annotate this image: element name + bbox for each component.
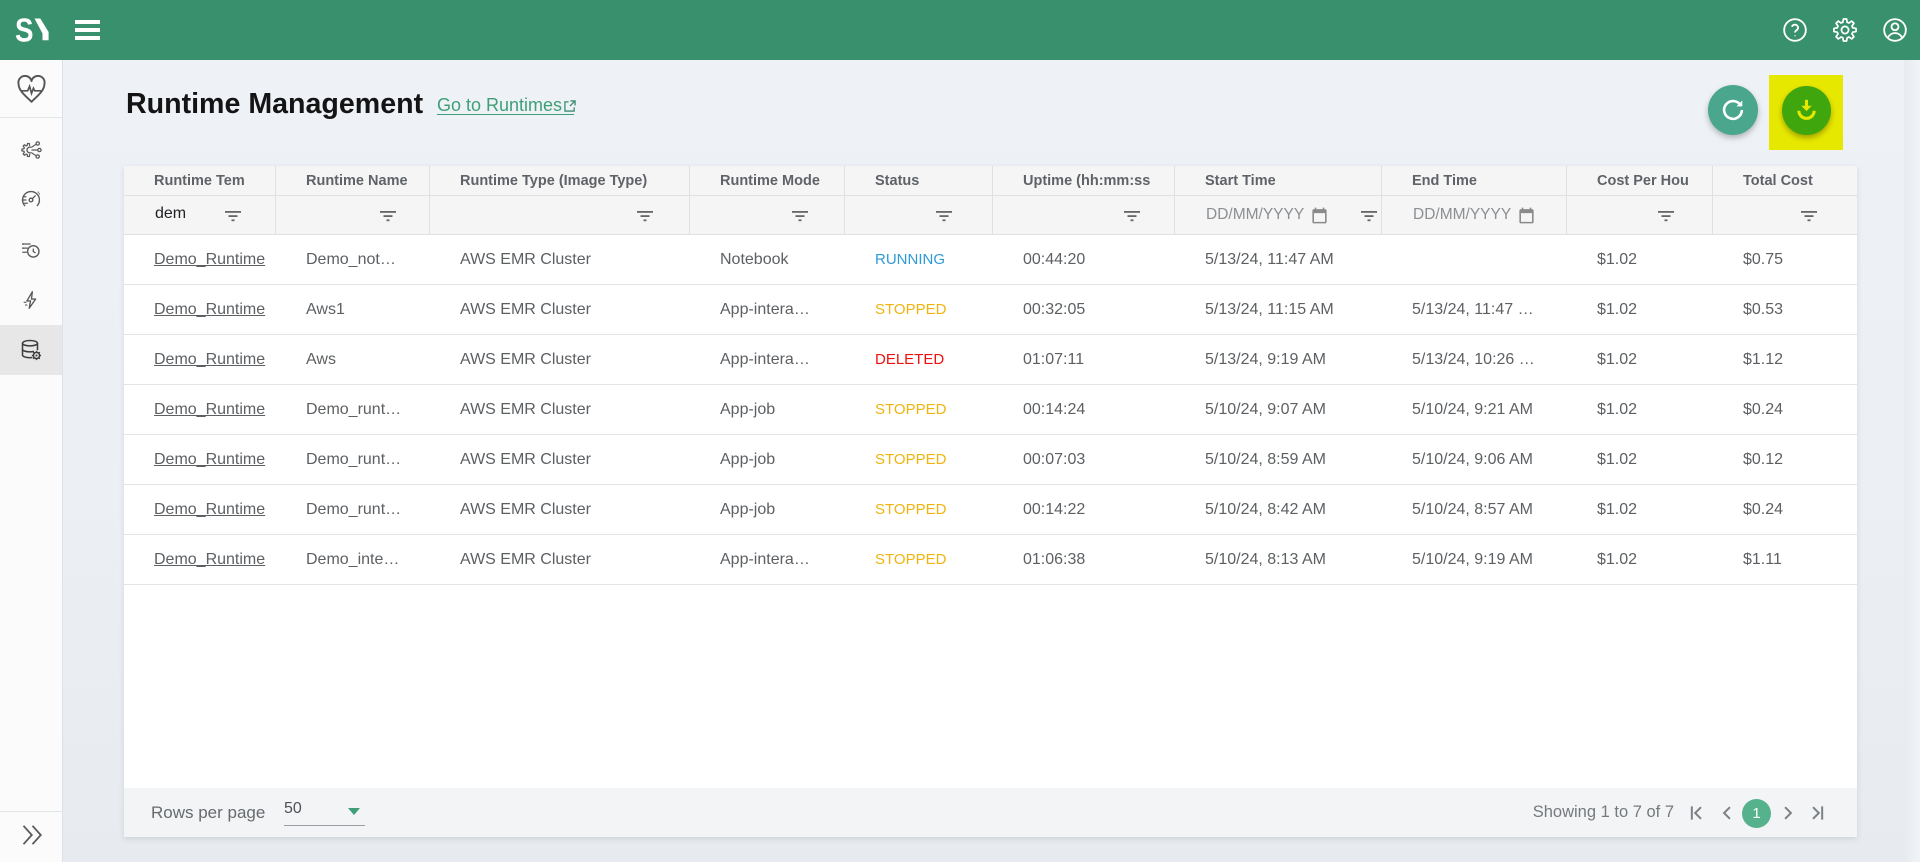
- svg-text:S: S: [15, 13, 34, 49]
